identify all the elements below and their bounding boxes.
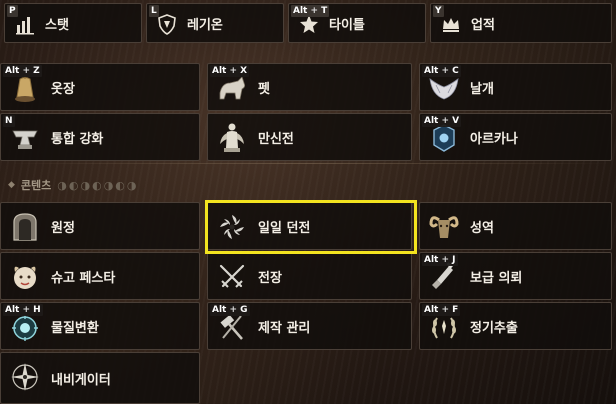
content-crafting[interactable]: Alt + G 제작 관리 (207, 302, 412, 350)
menu-enhance[interactable]: N 통합 강화 (0, 113, 200, 161)
content-transmutation-label: 물질변환 (51, 320, 99, 336)
navigator-compass-icon (7, 359, 43, 395)
pantheon-statue-icon (214, 120, 250, 156)
top-title-button[interactable]: Alt + T 타이틀 (288, 3, 426, 43)
shortcut-key: Alt + G (210, 304, 250, 316)
content-transmutation[interactable]: Alt + H 물질변환 (0, 302, 200, 350)
menu-pet[interactable]: Alt + X 펫 (207, 63, 412, 111)
shugo-icon (7, 259, 43, 295)
content-extraction[interactable]: Alt + F 정기추출 (419, 302, 612, 350)
menu-wings[interactable]: Alt + C 날개 (419, 63, 612, 111)
top-legion-button[interactable]: L 레기온 (146, 3, 284, 43)
menu-arcana[interactable]: Alt + V 아르카나 (419, 113, 612, 161)
content-supply-request-label: 보급 의뢰 (470, 270, 523, 286)
menu-wings-label: 날개 (470, 81, 494, 97)
top-legion-label: 레기온 (187, 17, 223, 33)
menu-pet-label: 펫 (258, 81, 270, 97)
content-extraction-label: 정기추출 (470, 320, 518, 336)
content-navigator-label: 내비게이터 (51, 372, 111, 388)
content-crafting-label: 제작 관리 (258, 320, 311, 336)
menu-pantheon[interactable]: 만신전 (207, 113, 412, 161)
top-achievement-label: 업적 (471, 17, 495, 33)
shortcut-key: Alt + V (422, 115, 462, 127)
content-shugo-festa-label: 슈고 페스타 (51, 270, 116, 286)
shortcut-key: N (3, 115, 15, 127)
sanctuary-ram-icon (426, 209, 462, 245)
content-navigator[interactable]: 내비게이터 (0, 352, 200, 404)
shortcut-key: Alt + X (210, 65, 250, 77)
content-expedition-label: 원정 (51, 220, 75, 236)
moon-phases-decoration: ◑◐◑◐◑◐◑ (57, 178, 139, 192)
menu-arcana-label: 아르카나 (470, 131, 518, 147)
content-battlefield[interactable]: 전장 (207, 252, 412, 300)
shortcut-key: P (7, 5, 18, 17)
shortcut-key: L (149, 5, 159, 17)
section-divider (4, 163, 612, 164)
content-shugo-festa[interactable]: 슈고 페스타 (0, 252, 200, 300)
daily-dungeon-swirl-icon (214, 209, 250, 245)
top-title-label: 타이틀 (329, 17, 365, 33)
menu-pantheon-label: 만신전 (258, 131, 294, 147)
diamond-icon: ◆ (8, 180, 15, 190)
content-daily-dungeon[interactable]: 일일 던전 (207, 202, 412, 250)
shortcut-key: Alt + Z (3, 65, 42, 77)
menu-wardrobe[interactable]: Alt + Z 옷장 (0, 63, 200, 111)
crossed-swords-icon (214, 259, 250, 295)
shortcut-key: Alt + F (422, 304, 461, 316)
content-sanctuary[interactable]: 성역 (419, 202, 612, 250)
shortcut-key: Alt + H (3, 304, 43, 316)
shortcut-key: Alt + T (291, 5, 330, 17)
top-stats-button[interactable]: P 스탯 (4, 3, 142, 43)
shortcut-key: Alt + C (422, 65, 461, 77)
shortcut-key: Alt + J (422, 254, 458, 266)
content-sanctuary-label: 성역 (470, 220, 494, 236)
top-stats-label: 스탯 (45, 17, 69, 33)
top-achievement-button[interactable]: Y 업적 (430, 3, 612, 43)
menu-wardrobe-label: 옷장 (51, 81, 75, 97)
menu-enhance-label: 통합 강화 (51, 131, 104, 147)
content-daily-dungeon-label: 일일 던전 (258, 220, 311, 236)
content-expedition[interactable]: 원정 (0, 202, 200, 250)
expedition-gate-icon (7, 209, 43, 245)
content-supply-request[interactable]: Alt + J 보급 의뢰 (419, 252, 612, 300)
shortcut-key: Y (433, 5, 444, 17)
section-title: 콘텐츠 (20, 179, 52, 192)
content-battlefield-label: 전장 (258, 270, 282, 286)
content-section-header: ◆ 콘텐츠 ◑◐◑◐◑◐◑ (8, 175, 138, 195)
